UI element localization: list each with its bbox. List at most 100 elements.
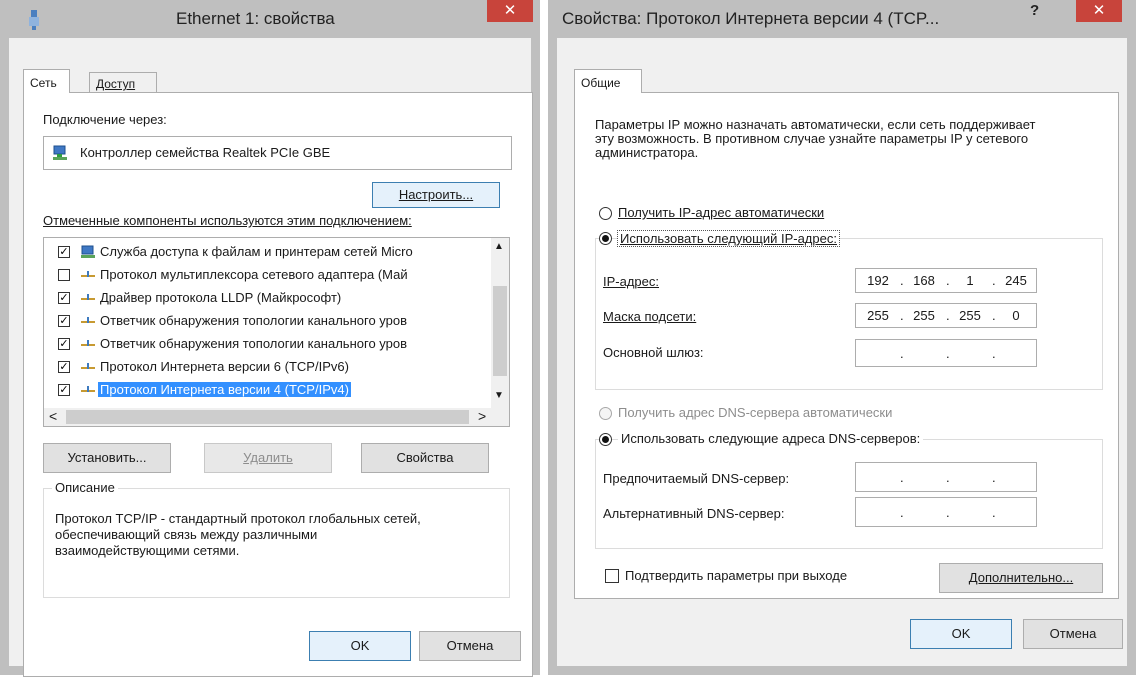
ip-dot: . — [900, 273, 904, 288]
scroll-right-icon[interactable]: > — [478, 408, 486, 424]
ip-dot: . — [992, 273, 996, 288]
component-checkbox[interactable]: ✓ — [58, 338, 70, 350]
component-checkbox[interactable]: ✓ — [58, 292, 70, 304]
ip-octet: 255 — [867, 308, 889, 323]
scroll-left-icon[interactable]: < — [49, 408, 57, 424]
ip-manual-label[interactable]: Использовать следующий IP-адрес: — [617, 230, 840, 247]
horizontal-scrollbar[interactable]: < > — [44, 408, 509, 426]
ip-dot: . — [946, 470, 950, 485]
description-text: Протокол TCP/IP - стандартный протокол г… — [55, 511, 421, 558]
remove-button[interactable]: Удалить — [204, 443, 332, 473]
close-button[interactable]: ✕ — [1076, 0, 1122, 22]
preferred-dns-field[interactable]: . . . — [855, 462, 1037, 492]
ok-button[interactable]: OK — [910, 619, 1012, 649]
component-list-item[interactable]: ✓ Ответчик обнаружения топологии канально… — [44, 334, 491, 354]
protocol-icon — [81, 317, 95, 323]
cancel-button[interactable]: Отмена — [419, 631, 521, 661]
component-checkbox[interactable] — [58, 269, 70, 281]
ip-auto-label[interactable]: Получить IP-адрес автоматически — [618, 205, 824, 220]
ip-dot: . — [900, 346, 904, 361]
ip-octet: 192 — [867, 273, 889, 288]
protocol-icon — [81, 386, 95, 392]
help-button[interactable]: ? — [1030, 2, 1039, 19]
component-list-item[interactable]: ✓ Протокол Интернета версии 6 (TCP/IPv6) — [44, 357, 491, 377]
protocol-icon — [81, 294, 95, 300]
scroll-thumb-horizontal[interactable] — [66, 410, 469, 424]
alternate-dns-field[interactable]: . . . — [855, 497, 1037, 527]
ip-dot: . — [946, 505, 950, 520]
scroll-down-icon[interactable]: ▼ — [494, 390, 504, 401]
close-button[interactable]: ✕ — [487, 0, 533, 22]
ip-octet: 255 — [913, 308, 935, 323]
ip-manual-radio[interactable] — [599, 232, 612, 245]
protocol-icon — [81, 363, 95, 369]
network-tab-panel: Подключение через: Контроллер семейства … — [23, 92, 533, 677]
configure-button[interactable]: Настроить... — [372, 182, 500, 208]
ip-dot: . — [992, 505, 996, 520]
vertical-scrollbar[interactable]: ▲ ▼ — [491, 238, 509, 408]
window-title: Ethernet 1: свойства — [176, 9, 335, 28]
ip-dot: . — [946, 273, 950, 288]
component-list-item[interactable]: ✓ Ответчик обнаружения топологии канально… — [44, 311, 491, 331]
advanced-button[interactable]: Дополнительно... — [939, 563, 1103, 593]
component-label: Протокол Интернета версии 4 (TCP/IPv4) — [98, 382, 351, 397]
component-checkbox[interactable]: ✓ — [58, 315, 70, 327]
install-button[interactable]: Установить... — [43, 443, 171, 473]
adapter-name: Контроллер семейства Realtek PCIe GBE — [80, 145, 331, 160]
validate-checkbox[interactable] — [605, 569, 619, 583]
dns-auto-radio[interactable] — [599, 407, 612, 420]
ip-address-label: IP-адрес: — [603, 274, 659, 289]
ip-dot: . — [946, 346, 950, 361]
component-list-item[interactable]: Протокол мультиплексора сетевого адаптер… — [44, 265, 491, 285]
ipv4-properties-window: Свойства: Протокол Интернета версии 4 (T… — [548, 0, 1136, 675]
component-checkbox[interactable]: ✓ — [58, 246, 70, 258]
component-list-item[interactable]: ✓ Протокол Интернета версии 4 (TCP/IPv4) — [44, 380, 491, 400]
cancel-button[interactable]: Отмена — [1023, 619, 1123, 649]
intro-text: Параметры IP можно назначать автоматичес… — [595, 117, 1036, 160]
ok-button[interactable]: OK — [309, 631, 411, 661]
ip-dot: . — [992, 346, 996, 361]
component-checkbox[interactable]: ✓ — [58, 384, 70, 396]
scroll-up-icon[interactable]: ▲ — [494, 241, 504, 252]
component-label: Драйвер протокола LLDP (Майкрософт) — [100, 290, 342, 305]
component-list-item[interactable]: ✓ Драйвер протокола LLDP (Майкрософт) — [44, 288, 491, 308]
scroll-thumb[interactable] — [493, 286, 507, 376]
validate-label[interactable]: Подтвердить параметры при выходе — [625, 568, 847, 583]
components-label: Отмеченные компоненты используются этим … — [43, 213, 412, 228]
tab-general[interactable]: Общие — [574, 69, 642, 93]
title-bar[interactable]: Ethernet 1: свойства ✕ — [0, 0, 540, 38]
description-group: Описание Протокол TCP/IP - стандартный п… — [43, 480, 510, 598]
ip-address-field[interactable]: 192 . 168 . 1 . 245 — [855, 268, 1037, 293]
dialog-client-area: Сеть Доступ Подключение через: Контролле… — [9, 38, 533, 677]
properties-button[interactable]: Свойства — [361, 443, 489, 473]
subnet-mask-field[interactable]: 255 . 255 . 255 . 0 — [855, 303, 1037, 328]
component-list-item[interactable]: ✓ Служба доступа к файлам и принтерам сет… — [44, 242, 491, 262]
ip-octet: 0 — [1012, 308, 1020, 323]
dns-auto-label[interactable]: Получить адрес DNS-сервера автоматически — [618, 405, 892, 420]
subnet-mask-label: Маска подсети: — [603, 309, 697, 324]
tab-sharing[interactable]: Доступ — [89, 72, 157, 93]
ethernet-properties-window: Ethernet 1: свойства ✕ Сеть Доступ Подкл… — [0, 0, 540, 677]
tab-network[interactable]: Сеть — [23, 69, 70, 93]
gateway-label: Основной шлюз: — [603, 345, 704, 360]
window-title: Свойства: Протокол Интернета версии 4 (T… — [562, 9, 940, 28]
dns-manual-radio[interactable] — [599, 433, 612, 446]
network-adapter-icon — [53, 145, 67, 160]
component-checkbox[interactable]: ✓ — [58, 361, 70, 373]
dialog-client-area: Общие Параметры IP можно назначать автом… — [557, 38, 1127, 666]
ip-dot: . — [946, 308, 950, 323]
component-label: Ответчик обнаружения топологии канальног… — [100, 313, 408, 328]
dns-manual-label[interactable]: Использовать следующие адреса DNS-сервер… — [618, 431, 924, 446]
protocol-icon — [81, 340, 95, 346]
ip-auto-radio[interactable] — [599, 207, 612, 220]
component-label: Протокол Интернета версии 6 (TCP/IPv6) — [100, 359, 349, 374]
components-list[interactable]: ✓ Служба доступа к файлам и принтерам сет… — [43, 237, 510, 427]
gateway-field[interactable]: . . . — [855, 339, 1037, 367]
title-bar[interactable]: Свойства: Протокол Интернета версии 4 (T… — [548, 0, 1136, 38]
service-icon — [81, 245, 95, 258]
component-label: Служба доступа к файлам и принтерам сете… — [100, 244, 413, 259]
preferred-dns-label: Предпочитаемый DNS-сервер: — [603, 471, 790, 486]
ip-dot: . — [900, 308, 904, 323]
ip-octet: 255 — [959, 308, 981, 323]
protocol-icon — [81, 271, 95, 277]
